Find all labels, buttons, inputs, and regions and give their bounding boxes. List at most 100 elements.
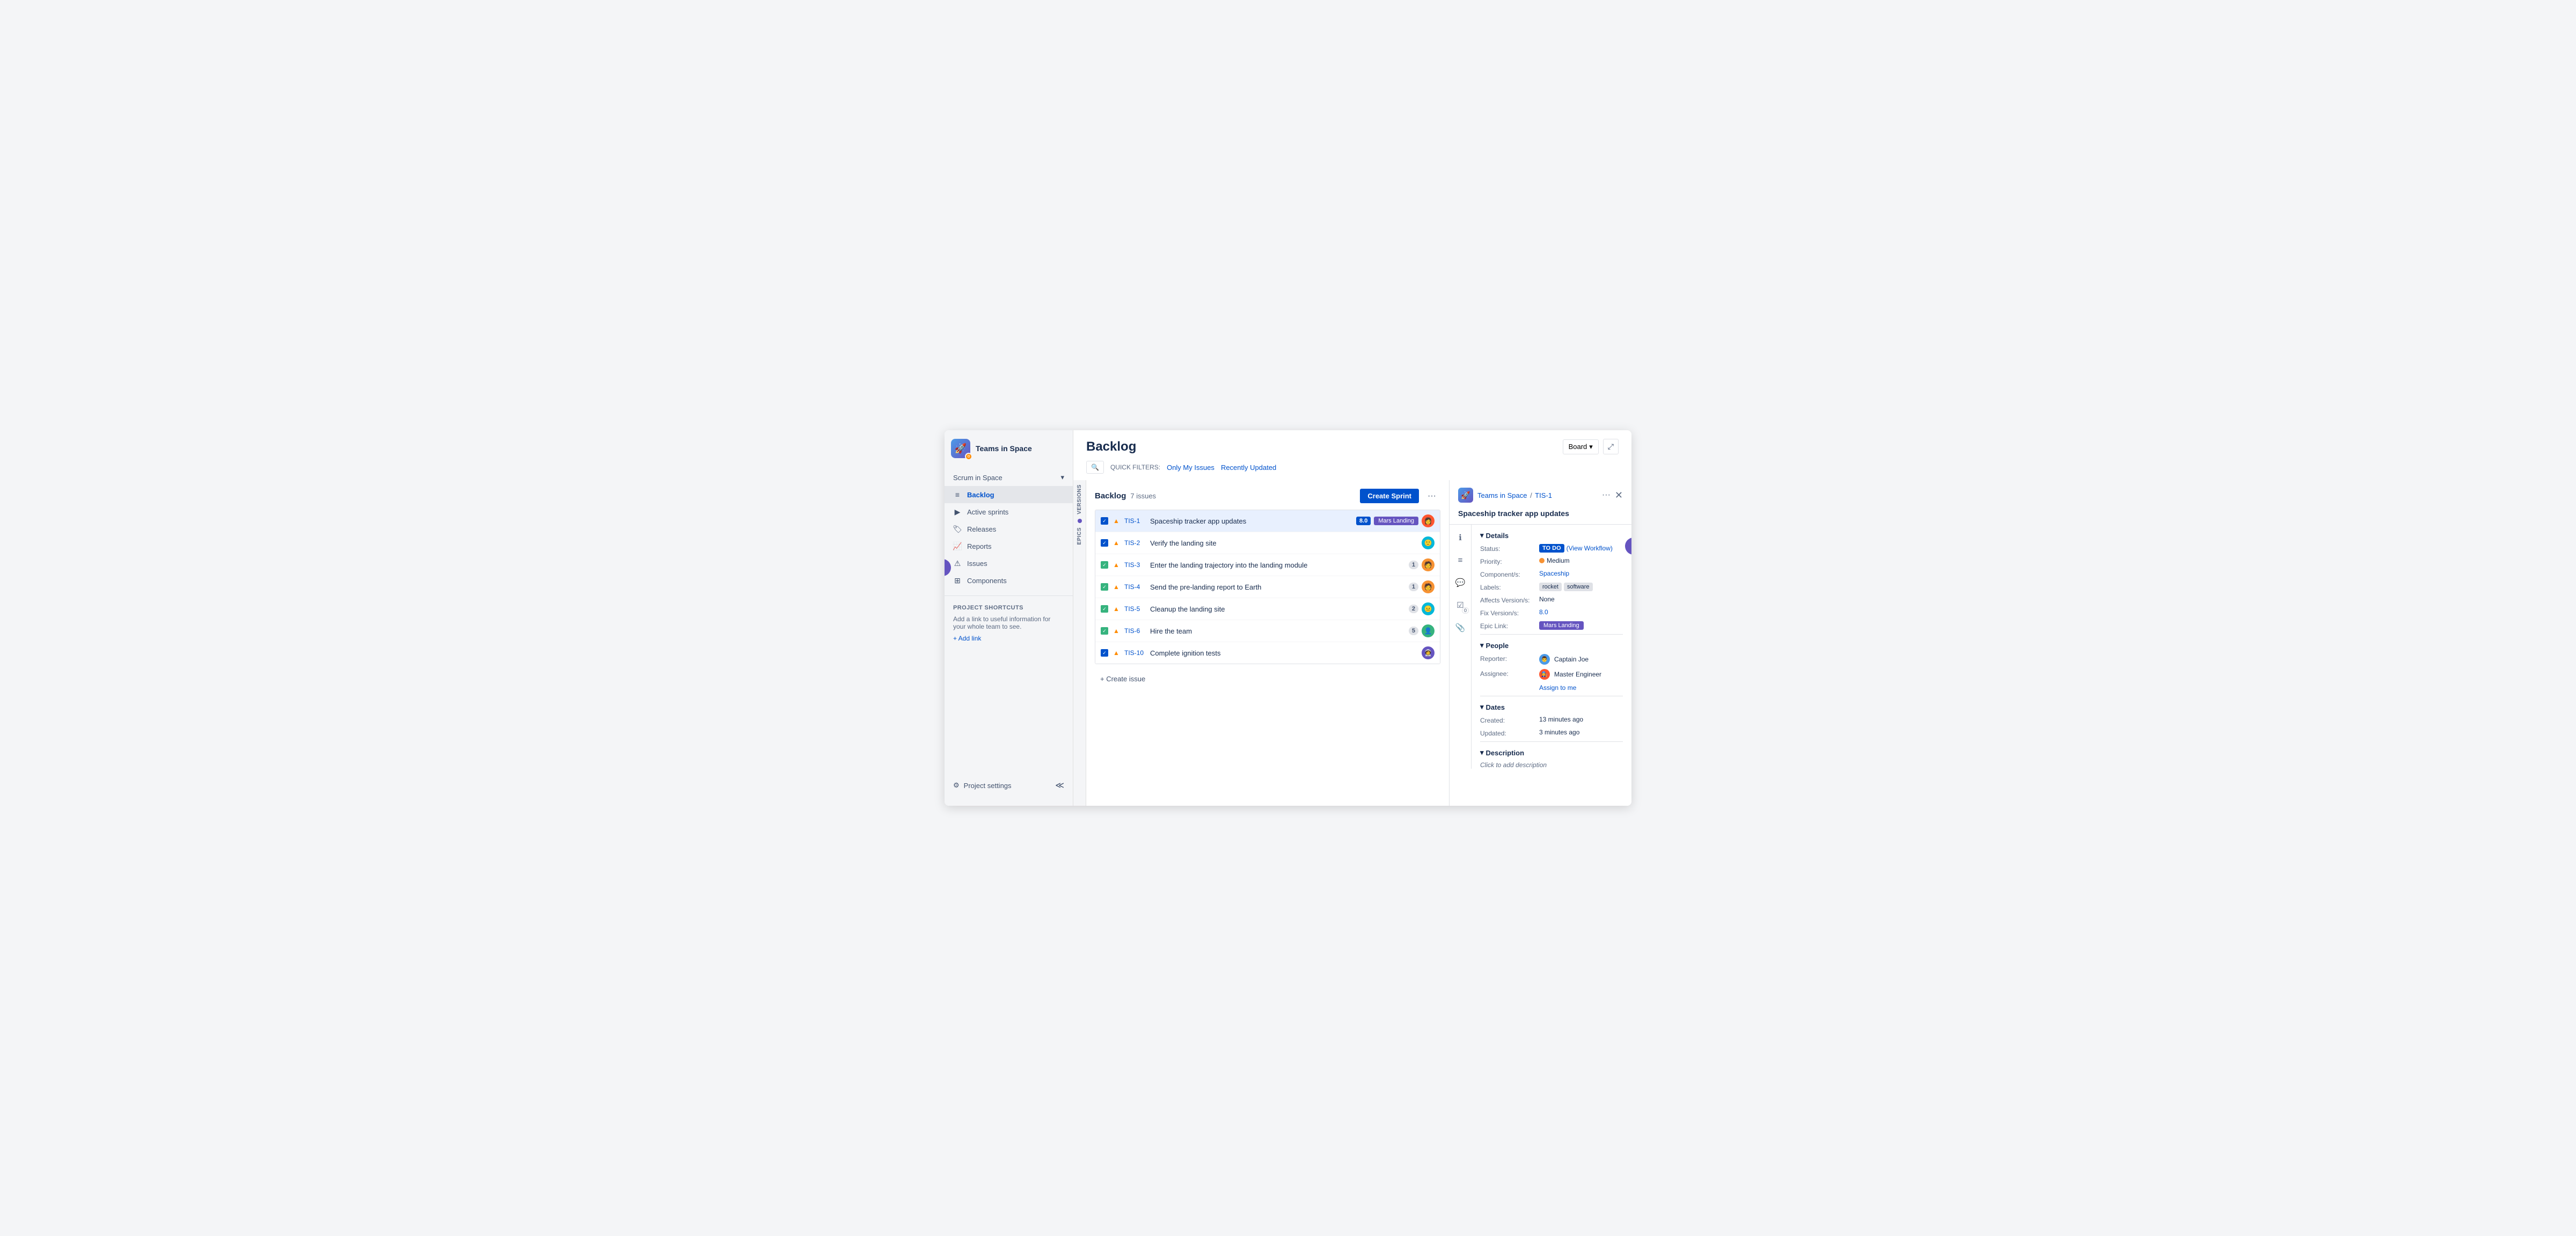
issue-key[interactable]: TIS-6 (1124, 627, 1146, 635)
issues-icon: ⚠ (953, 559, 962, 568)
label-rocket[interactable]: rocket (1539, 583, 1562, 591)
versions-label[interactable]: VERSIONS (1077, 484, 1082, 514)
issue-badges: 2😐 (1409, 602, 1435, 615)
sidebar-item-label: Releases (967, 525, 996, 533)
field-created: Created: 13 minutes ago (1480, 716, 1623, 724)
detail-issue-title: Spaceship tracker app updates (1450, 507, 1631, 524)
issue-key[interactable]: TIS-5 (1124, 605, 1146, 613)
expand-icon: ⤢ (1608, 442, 1614, 451)
status-badge[interactable]: TO DO (1539, 544, 1564, 553)
priority-value[interactable]: Medium (1547, 557, 1570, 564)
sidebar-item-reports[interactable]: 📈 Reports (945, 538, 1073, 555)
detail-close-button[interactable]: ✕ (1615, 490, 1623, 501)
issue-key[interactable]: TIS-2 (1124, 539, 1146, 547)
avatar: 😐 (1422, 602, 1435, 615)
fix-version-link[interactable]: 8.0 (1539, 608, 1548, 616)
issue-checkbox[interactable] (1101, 583, 1108, 591)
table-row[interactable]: ▲TIS-3Enter the landing trajectory into … (1095, 554, 1440, 576)
sidebar-item-label: Components (967, 577, 1007, 585)
content-area: VERSIONS EPICS Backlog 7 issues Create S… (1073, 480, 1631, 806)
priority-icon: ▲ (1113, 561, 1120, 569)
collapse-sidebar-button[interactable]: ≪ (1055, 780, 1064, 791)
sidebar-item-components[interactable]: ⊞ Components (945, 572, 1073, 589)
issue-checkbox[interactable] (1101, 605, 1108, 613)
people-collapse-icon[interactable]: ▾ (1480, 641, 1484, 650)
issue-key[interactable]: TIS-3 (1124, 561, 1146, 569)
detail-comment-icon[interactable]: 💬 (1452, 574, 1469, 591)
epics-label[interactable]: EPICS (1077, 527, 1082, 545)
issue-key[interactable]: TIS-1 (1124, 517, 1146, 525)
view-workflow-link[interactable]: (View Workflow) (1567, 545, 1613, 552)
issue-summary: Hire the team (1150, 627, 1404, 635)
sidebar-item-releases[interactable]: 🏷 Releases (945, 520, 1073, 538)
reporter-avatar: 👨 (1539, 654, 1550, 665)
assignee-name[interactable]: Master Engineer (1554, 671, 1601, 678)
affects-version-value: None (1539, 595, 1555, 603)
detail-info-icon[interactable]: ℹ (1452, 529, 1469, 546)
priority-icon: ▲ (1113, 649, 1120, 657)
epic-link-tag[interactable]: Mars Landing (1539, 621, 1584, 630)
sidebar-item-active-sprints[interactable]: ▶ Active sprints (945, 503, 1073, 520)
search-input-wrapper[interactable]: 🔍 (1086, 461, 1104, 474)
issue-key[interactable]: TIS-4 (1124, 583, 1146, 591)
nav-section: Scrum in Space ▾ ≡ Backlog ▶ Active spri… (945, 467, 1073, 591)
issue-badges: 5👤 (1409, 624, 1435, 637)
backlog-title: Backlog (1095, 491, 1126, 501)
description-placeholder[interactable]: Click to add description (1480, 761, 1623, 769)
create-sprint-button[interactable]: Create Sprint (1360, 489, 1419, 503)
filter-only-my-issues[interactable]: Only My Issues (1167, 464, 1214, 472)
backlog-more-button[interactable]: ··· (1423, 489, 1440, 503)
detail-activity-icon[interactable]: ≡ (1452, 551, 1469, 569)
dates-collapse-icon[interactable]: ▾ (1480, 703, 1484, 711)
create-issue-link[interactable]: + Create issue (1095, 671, 1440, 687)
assign-to-me-link[interactable]: Assign to me (1539, 684, 1576, 691)
sidebar-item-issues[interactable]: ⚠ Issues (945, 555, 1073, 572)
releases-icon: 🏷 (953, 525, 962, 533)
versions-dot[interactable] (1078, 519, 1082, 523)
sidebar-item-backlog[interactable]: ≡ Backlog (945, 486, 1073, 503)
issue-checkbox[interactable] (1101, 561, 1108, 569)
priority-icon: ▲ (1113, 627, 1120, 635)
reports-icon: 📈 (953, 542, 962, 550)
scrum-dropdown[interactable]: Scrum in Space ▾ (945, 469, 1073, 486)
add-link[interactable]: + Add link (953, 635, 1064, 642)
header-actions: Board ▾ ⤢ (1563, 439, 1619, 454)
board-dropdown[interactable]: Board ▾ (1563, 439, 1599, 454)
description-collapse-icon[interactable]: ▾ (1480, 748, 1484, 757)
details-collapse-icon[interactable]: ▾ (1480, 531, 1484, 540)
detail-checklist-icon[interactable]: ☑ 0 (1452, 597, 1469, 614)
avatar: 🧑‍🚀 (1422, 646, 1435, 659)
field-component: Component/s: Spaceship (1480, 570, 1623, 578)
project-settings[interactable]: ⚙ Project settings (953, 781, 1012, 790)
main-header: Backlog Board ▾ ⤢ (1073, 430, 1631, 459)
updated-date: 3 minutes ago (1539, 729, 1579, 736)
table-row[interactable]: ▲TIS-1Spaceship tracker app updates8.0Ma… (1095, 510, 1440, 532)
component-link[interactable]: Spaceship (1539, 570, 1569, 577)
issue-checkbox[interactable] (1101, 539, 1108, 547)
expand-button[interactable]: ⤢ (1603, 439, 1619, 454)
issue-checkbox[interactable] (1101, 627, 1108, 635)
active-sprints-icon: ▶ (953, 507, 962, 516)
reporter-name[interactable]: Captain Joe (1554, 656, 1589, 663)
detail-attachment-icon[interactable]: 📎 (1452, 619, 1469, 636)
issue-key[interactable]: TIS-10 (1124, 649, 1146, 657)
field-updated: Updated: 3 minutes ago (1480, 729, 1623, 737)
field-epic-link: Epic Link: Mars Landing (1480, 621, 1623, 630)
table-row[interactable]: ▲TIS-5Cleanup the landing site2😐 (1095, 598, 1440, 620)
project-title: Teams in Space (976, 444, 1032, 453)
backlog-issue-count: 7 issues (1130, 492, 1156, 500)
detail-more-button[interactable]: ··· (1602, 490, 1611, 500)
issue-badges: 1🧑 (1409, 558, 1435, 571)
issue-checkbox[interactable] (1101, 649, 1108, 657)
avatar: 👩 (1422, 514, 1435, 527)
sidebar-item-label: Reports (967, 542, 992, 550)
table-row[interactable]: ▲TIS-10Complete ignition tests🧑‍🚀 (1095, 642, 1440, 664)
version-badge: 8.0 (1356, 517, 1371, 525)
label-software[interactable]: software (1564, 583, 1593, 591)
detail-header: 🚀 Teams in Space / TIS-1 ··· ✕ (1450, 480, 1631, 507)
issue-checkbox[interactable] (1101, 517, 1108, 525)
filter-recently-updated[interactable]: Recently Updated (1221, 464, 1276, 472)
table-row[interactable]: ▲TIS-4Send the pre-landing report to Ear… (1095, 576, 1440, 598)
table-row[interactable]: ▲ TIS-6 Hire the team 5👤 (1095, 620, 1440, 642)
table-row[interactable]: ▲TIS-2Verify the landing site🙂 (1095, 532, 1440, 554)
